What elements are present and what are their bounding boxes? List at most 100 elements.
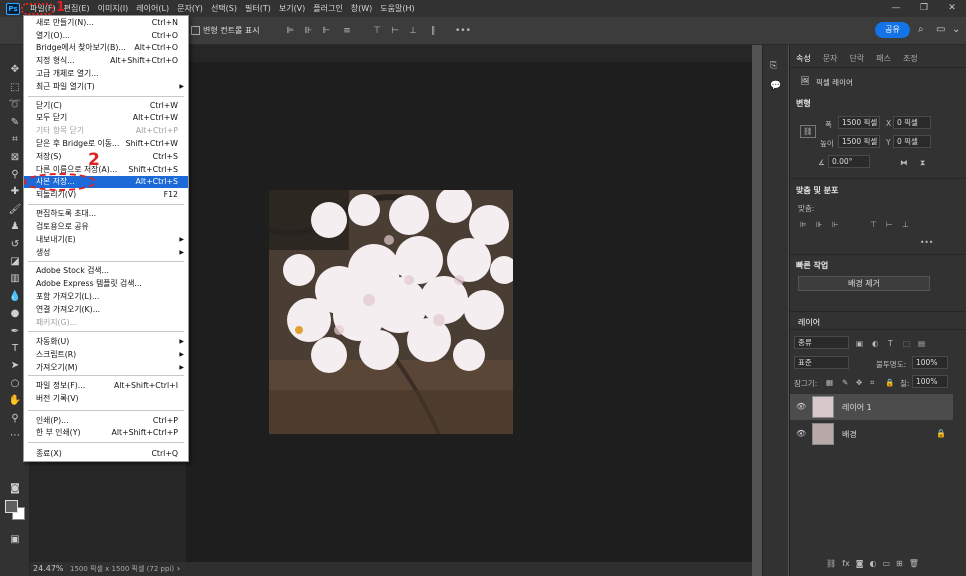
marquee-tool-icon[interactable]: ⬚ <box>8 81 22 95</box>
align-center-icon[interactable]: ⊪ <box>303 26 313 36</box>
eyedropper-tool-icon[interactable]: ⚲ <box>8 168 22 182</box>
type-tool-icon[interactable]: T <box>8 342 22 356</box>
file-menu-item[interactable]: 최근 파일 열기(T) ▶ <box>24 81 188 93</box>
align-middle-icon[interactable]: ⊢ <box>390 26 400 36</box>
align-h-centers-icon[interactable]: ⊪ <box>816 220 823 229</box>
file-menu-item[interactable]: 닫기(C) Ctrl+W <box>24 100 188 112</box>
transform-section-title[interactable]: 변형 <box>796 98 811 109</box>
file-menu-item[interactable]: 인쇄(P)... Ctrl+P <box>24 415 188 427</box>
new-layer-icon[interactable]: ⊞ <box>896 559 903 568</box>
tab-character[interactable]: 문자 <box>817 51 844 66</box>
blur-tool-icon[interactable]: 💧 <box>8 290 22 304</box>
visibility-eye-icon[interactable]: 👁 <box>796 402 806 411</box>
gradient-tool-icon[interactable]: ▥ <box>8 272 22 286</box>
menu-view[interactable]: 보기(V) <box>275 3 309 14</box>
align-top-icon[interactable]: ⊤ <box>372 26 382 36</box>
file-menu-item[interactable]: 가져오기(M) ▶ <box>24 362 188 374</box>
stamp-tool-icon[interactable]: ♟ <box>8 220 22 234</box>
file-menu-item[interactable]: 포함 가져오기(L)... <box>24 291 188 303</box>
file-menu-item[interactable]: 되돌리기(V) F12 <box>24 189 188 201</box>
more-align-icon[interactable]: ••• <box>920 238 933 247</box>
transform-controls-checkbox[interactable] <box>191 26 200 35</box>
file-menu-item[interactable]: 지정 형식... Alt+Shift+Ctrl+O <box>24 55 188 67</box>
lock-artboard-icon[interactable]: ⌗ <box>870 378 874 388</box>
lock-position-icon[interactable]: ✥ <box>856 378 862 387</box>
visibility-eye-icon[interactable]: 👁 <box>796 429 806 438</box>
brush-tool-icon[interactable]: 🖌 <box>8 203 22 217</box>
comments-panel-icon[interactable]: 💬 <box>770 81 781 91</box>
link-layers-icon[interactable]: ⛓ <box>826 559 836 568</box>
file-menu-item[interactable]: 종료(X) Ctrl+Q <box>24 448 188 460</box>
file-menu-item[interactable]: 열기(O)... Ctrl+O <box>24 30 188 42</box>
menu-plugins[interactable]: 플러그인 <box>309 3 346 14</box>
more-options-icon[interactable]: ••• <box>455 26 471 36</box>
menu-help[interactable]: 도움말(H) <box>376 3 418 14</box>
dodge-tool-icon[interactable]: ● <box>8 307 22 321</box>
tab-paragraph[interactable]: 단락 <box>843 51 870 66</box>
filter-pixel-icon[interactable]: ▣ <box>856 339 863 348</box>
lasso-tool-icon[interactable]: ➰ <box>8 98 22 112</box>
file-menu-item[interactable]: 저장(S) Ctrl+S <box>24 151 188 163</box>
blend-mode-select[interactable]: 표준 <box>794 356 849 369</box>
trash-icon[interactable]: 🗑 <box>909 559 919 568</box>
file-menu-item[interactable]: 파일 정보(F)... Alt+Shift+Ctrl+I <box>24 380 188 392</box>
file-menu-item[interactable]: 생성 ▶ <box>24 247 188 259</box>
menu-filter[interactable]: 필터(T) <box>241 3 275 14</box>
layer-name[interactable]: 레이어 1 <box>842 402 872 413</box>
layer-row-layer1[interactable]: 👁 레이어 1 <box>790 394 953 420</box>
add-mask-icon[interactable]: ◙ <box>856 559 864 568</box>
zoom-tool-icon[interactable]: ⚲ <box>8 412 22 426</box>
file-menu-item[interactable]: 스크립트(R) ▶ <box>24 349 188 361</box>
filter-shape-icon[interactable]: ⬚ <box>903 339 910 348</box>
tab-layers[interactable]: 레이어 <box>792 315 826 330</box>
file-menu-item[interactable]: 패키지(G)... <box>24 317 188 329</box>
menu-image[interactable]: 이미지(I) <box>94 3 133 14</box>
y-field[interactable]: 0 픽셀 <box>893 135 931 148</box>
foreground-color-swatch[interactable] <box>5 500 18 513</box>
file-menu-item[interactable]: 닫은 후 Bridge로 이동... Shift+Ctrl+W <box>24 138 188 150</box>
minimize-icon[interactable]: — <box>882 0 910 17</box>
menu-layer[interactable]: 레이어(L) <box>132 3 173 14</box>
flip-vertical-icon[interactable]: ⧗ <box>920 158 925 168</box>
quick-mask-icon[interactable]: ◙ <box>8 482 22 496</box>
opacity-field[interactable]: 100% <box>912 356 948 369</box>
search-icon[interactable]: ⌕ <box>918 24 924 35</box>
tab-adjustments[interactable]: 조정 <box>897 51 924 66</box>
lock-transparent-icon[interactable]: ▦ <box>826 378 833 387</box>
layer-name[interactable]: 배경 <box>842 429 857 440</box>
remove-background-button[interactable]: 배경 제거 <box>798 276 930 291</box>
align-bottom-edges-icon[interactable]: ⊥ <box>902 220 909 229</box>
filter-type-icon[interactable]: T <box>888 339 893 348</box>
layer-row-background[interactable]: 👁 배경 🔒 <box>790 421 953 447</box>
file-menu-item[interactable]: Bridge에서 찾아보기(B)... Alt+Ctrl+O <box>24 42 188 54</box>
link-icon[interactable]: ⛓ <box>800 125 816 138</box>
filter-adjust-icon[interactable]: ◐ <box>872 339 879 348</box>
filter-kind-select[interactable]: 종류 <box>794 336 849 349</box>
quick-actions-title[interactable]: 빠른 작업 <box>796 260 828 271</box>
healing-brush-tool-icon[interactable]: ✚ <box>8 185 22 199</box>
align-v-centers-icon[interactable]: ⊢ <box>886 220 893 229</box>
eraser-tool-icon[interactable]: ◪ <box>8 255 22 269</box>
frame-tool-icon[interactable]: ⊠ <box>8 151 22 165</box>
more-tools-icon[interactable]: ⋯ <box>8 429 22 443</box>
file-menu-item[interactable]: 기타 항목 닫기 Alt+Ctrl+P <box>24 125 188 137</box>
history-panel-icon[interactable]: ⎘ <box>770 61 777 71</box>
file-menu-item[interactable]: 연결 가져오기(K)... <box>24 304 188 316</box>
flip-horizontal-icon[interactable]: ⧓ <box>900 158 908 167</box>
adjustment-layer-icon[interactable]: ◐ <box>869 559 876 568</box>
align-left-edges-icon[interactable]: ⊫ <box>800 220 807 229</box>
history-brush-tool-icon[interactable]: ↺ <box>8 238 22 252</box>
zoom-level[interactable]: 24.47% <box>33 564 64 573</box>
share-button[interactable]: 공유 <box>875 22 910 38</box>
align-section-title[interactable]: 맞춤 및 분포 <box>796 185 838 196</box>
workspace-icon[interactable]: ▭ <box>936 24 945 35</box>
align-top-edges-icon[interactable]: ⊤ <box>870 220 877 229</box>
file-menu-item[interactable]: 한 부 인쇄(Y) Alt+Shift+Ctrl+P <box>24 427 188 439</box>
file-menu-item[interactable]: 버전 기록(V) <box>24 393 188 405</box>
screen-mode-icon[interactable]: ▣ <box>8 533 22 547</box>
align-left-icon[interactable]: ⊫ <box>285 26 295 36</box>
cherry-blossom-photo[interactable] <box>269 190 513 434</box>
pen-tool-icon[interactable]: ✒ <box>8 325 22 339</box>
align-bottom-icon[interactable]: ⊥ <box>408 26 418 36</box>
distribute-icon[interactable]: ≡ <box>342 26 352 36</box>
